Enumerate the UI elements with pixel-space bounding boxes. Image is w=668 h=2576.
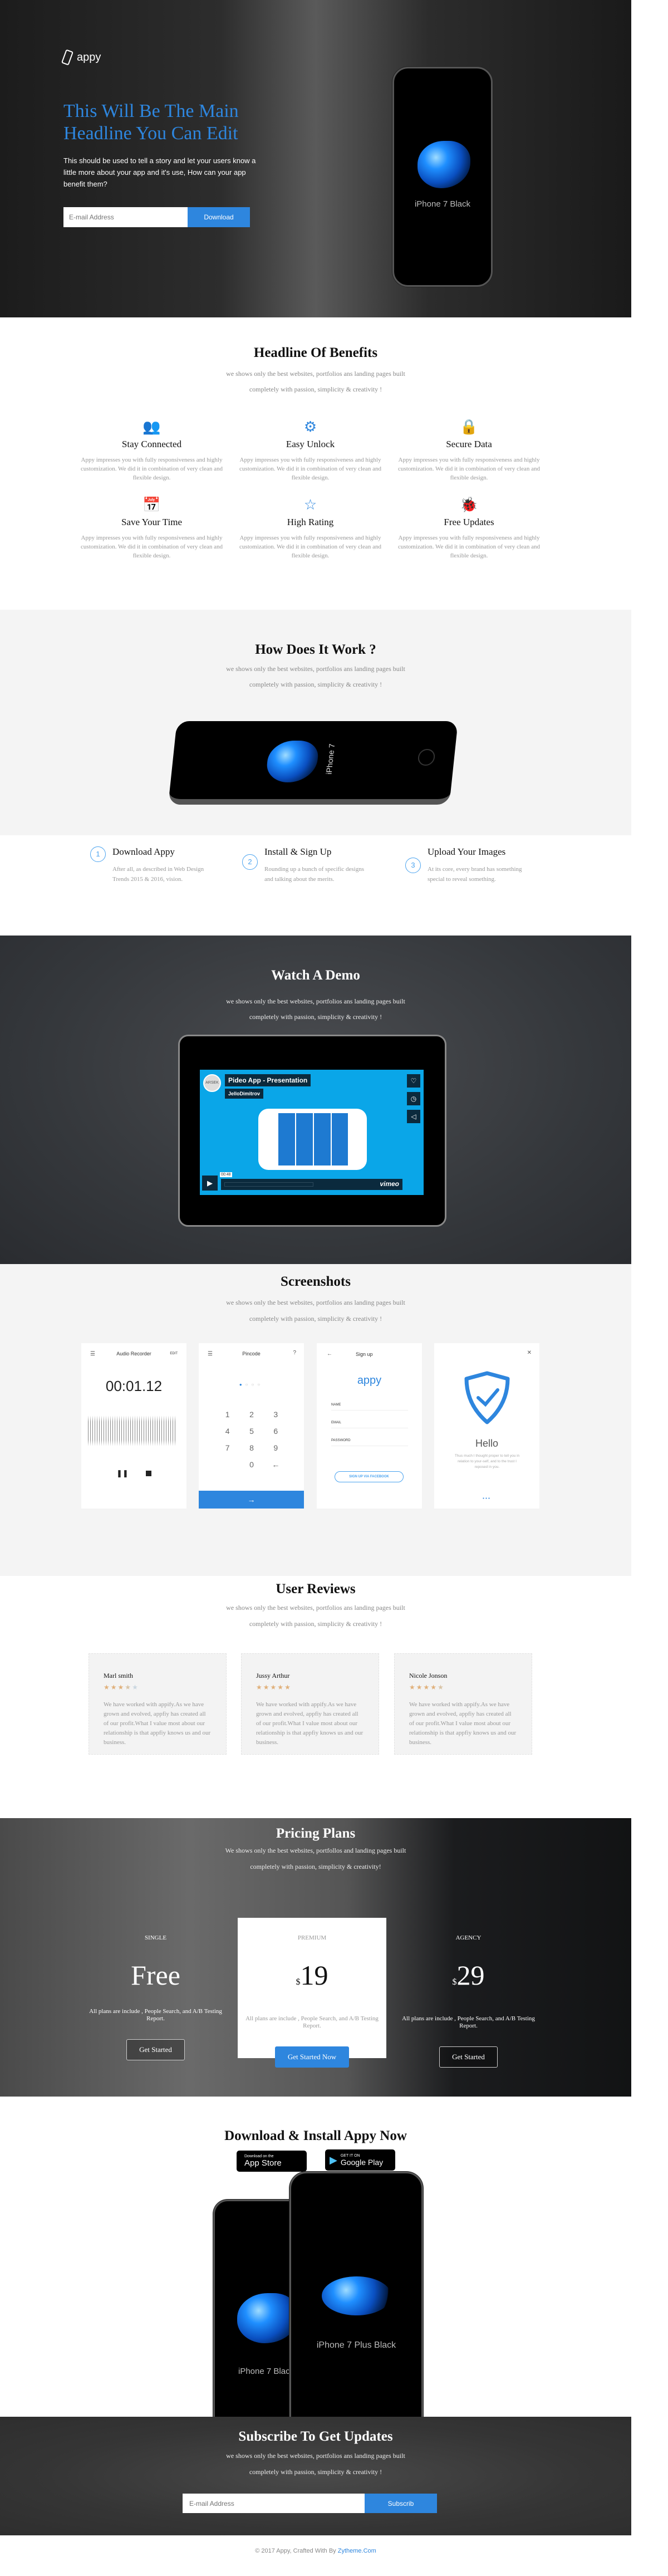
benefit-easy-unlock: ⚙ Easy Unlock Appy impresses you with full… [231,418,390,482]
phone-wallpaper-blob [322,2276,391,2315]
benefit-free-updates: 🐞 Free Updates Appy impresses you with ful… [390,496,548,560]
close-icon: ✕ [527,1350,532,1356]
users-icon: 👥 [143,418,161,435]
star-icon: ★ [110,1683,118,1691]
subscribe-section: Subscribe To Get Updates we shows only t… [0,2417,631,2535]
backspace-icon[interactable]: ← [264,1460,288,1469]
benefit-stay-connected: 👥 Stay Connected Appy impresses you with f… [72,418,231,482]
star-icon: ★ [416,1683,424,1691]
star-icon: ★ [423,1683,431,1691]
hero-email-input[interactable] [63,207,188,227]
get-started-now-button[interactable]: Get Started Now [274,2046,350,2068]
tablet-frame: ARSEK Pideo App - Presentation JelloDimi… [178,1035,446,1227]
gear-icon: ⚙ [303,418,317,435]
video-title: Pideo App - Presentation [225,1074,311,1086]
benefits-title: Headline Of Benefits [253,345,378,360]
download-button[interactable]: Download [188,207,250,227]
video-time: 00:48 [220,1172,232,1177]
star-rating: ★★★★★ [256,1683,364,1691]
progress-bar[interactable]: vimeo [221,1179,402,1190]
like-button[interactable]: ♡ [407,1074,420,1088]
channel-avatar: ARSEK [203,1074,221,1092]
star-icon: ★ [277,1683,285,1691]
review-card: Nicole Jonson ★★★★★ We have worked with ap… [394,1653,532,1755]
submit-arrow-button[interactable]: → [199,1491,304,1509]
hero-headline: This Will Be The Main Headline You Can E… [63,101,239,144]
star-icon: ★ [132,1683,139,1691]
star-icon: ★ [284,1683,292,1691]
keypad: 123 456 789 0 ← [215,1410,288,1469]
benefits-section: Headline Of Benefits we shows only the b… [0,317,631,610]
plan-premium: PREMIUM $19 All plans are include , People… [238,1918,386,2068]
plan-agency: AGENCY $29 All plans are include , People … [394,1918,543,2068]
phone-landscape-image: iPhone 7 [168,721,458,805]
play-icon: ▶ [330,2154,337,2166]
video-illustration [258,1109,367,1170]
waveform [88,1416,176,1446]
footer-link[interactable]: Zytheme.Com [338,2548,376,2554]
star-icon: ★ [430,1683,438,1691]
shield-check-icon [464,1371,510,1424]
star-icon: ★ [409,1683,416,1691]
star-rating: ★★★★★ [409,1683,517,1691]
subscribe-button[interactable]: Subscrib [365,2494,437,2513]
video-player[interactable]: ARSEK Pideo App - Presentation JelloDimi… [200,1070,424,1195]
star-icon: ★ [270,1683,278,1691]
pause-icon[interactable]: ❚❚ [116,1469,129,1478]
hero-phone-image: iPhone 7 Black [392,67,493,287]
how-it-works-section: How Does It Work ? we shows only the bes… [0,610,631,835]
phone-outline-icon [61,49,74,66]
steps-section: 1 Download Appy After all, as described in… [0,835,631,936]
get-started-button[interactable]: Get Started [126,2039,185,2060]
screenshot-pincode[interactable]: ☰ Pincode ? ●○○○ 123 456 789 0 ← → [199,1343,304,1509]
review-card: Jussy Arthur ★★★★★ We have worked with app… [241,1653,379,1755]
demo-section: Watch A Demo we shows only the best webs… [0,936,631,1264]
lock-icon: 🔒 [460,418,478,435]
home-button [417,749,436,766]
star-icon: ☆ [303,496,317,513]
star-rating: ★★★★★ [104,1683,212,1691]
star-icon: ★ [117,1683,125,1691]
star-icon: ★ [263,1683,271,1691]
calendar-icon: 📅 [143,496,161,513]
star-icon: ★ [104,1683,111,1691]
review-card: Marl smith ★★★★★ We have worked with appif… [89,1653,227,1755]
vimeo-logo[interactable]: vimeo [380,1180,399,1188]
screenshot-signup[interactable]: ← Sign up appy NAME EMAIL PASSWORD SIGN … [317,1343,422,1509]
phone-wallpaper-blob [265,741,320,782]
play-button[interactable]: ▶ [202,1176,218,1191]
benefit-high-rating: ☆ High Rating Appy impresses you with full… [231,496,390,560]
help-icon: ? [293,1350,296,1356]
app-store-badge[interactable]: Download on the App Store [237,2151,307,2172]
footer: © 2017 Appy, Crafted With By Zytheme.Com [255,2548,376,2554]
star-icon: ★ [125,1683,132,1691]
stop-icon[interactable] [146,1471,151,1476]
get-started-button[interactable]: Get Started [439,2046,498,2068]
watch-later-button[interactable]: ◷ [407,1092,420,1105]
screenshot-hello[interactable]: ✕ Hello Thus much I thought proper to te… [434,1343,539,1509]
facebook-signup-button[interactable]: SIGN UP VIA FACEBOOK [335,1471,404,1482]
screenshot-audio-recorder[interactable]: ☰ Audio Recorder EDIT 00:01.12 ❚❚ [81,1343,186,1509]
pager-dots: ●●● [482,1497,492,1500]
benefit-secure-data: 🔒 Secure Data Appy impresses you with full… [390,418,548,482]
logo[interactable]: appy [61,49,101,66]
bug-icon: 🐞 [460,496,478,513]
back-arrow-icon: ← [327,1351,332,1357]
hero-section: appy This Will Be The Main Headline You … [0,0,631,317]
plan-single: SINGLE Free All plans are include , People… [81,1918,230,2060]
video-author[interactable]: JelloDimitrov [225,1089,264,1099]
hero-description: This should be used to tell a story and … [63,156,256,188]
star-icon: ★ [438,1683,445,1691]
google-play-badge[interactable]: ▶ GET IT ON Google Play [325,2149,395,2171]
share-button[interactable]: ◁ [407,1110,420,1123]
benefit-save-time: 📅 Save Your Time Appy impresses you with f… [72,496,231,560]
pin-dots: ●○○○ [239,1382,264,1387]
subscribe-email-input[interactable] [183,2494,365,2513]
phone-wallpaper-blob [418,141,470,188]
star-icon: ★ [256,1683,263,1691]
iphone-7-plus-image: iPhone 7 Plus Black [289,2172,423,2433]
